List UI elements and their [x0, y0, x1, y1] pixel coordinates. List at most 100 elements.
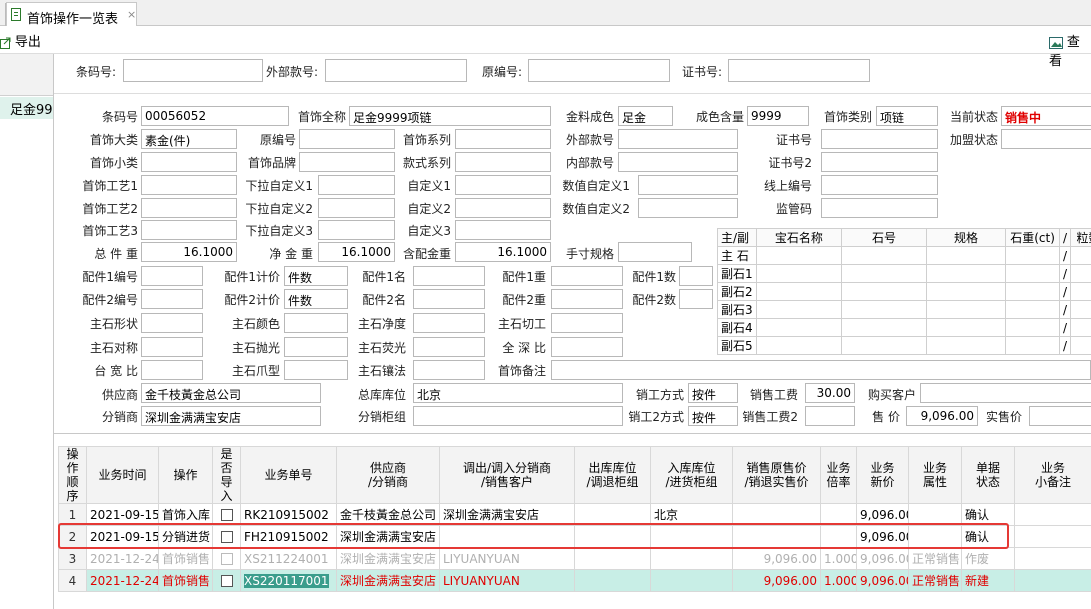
part1-name-field[interactable] [413, 266, 485, 286]
barcode-field[interactable]: 00056052 [141, 106, 289, 126]
barcode-search-input[interactable] [123, 59, 263, 82]
major-field[interactable]: 素金(件) [141, 129, 237, 149]
export-button[interactable]: 导出 [0, 31, 41, 50]
grid-header-cell[interactable]: 入库库位 /进货柜组 [650, 446, 733, 504]
craft1-field[interactable] [141, 175, 237, 195]
color-field[interactable]: 足金 [618, 106, 673, 126]
grid-header-cell[interactable]: 是否 导入 [212, 446, 241, 504]
grid-header-cell[interactable]: 业务 属性 [908, 446, 962, 504]
part2-name-field[interactable] [413, 289, 485, 309]
inclusive-weight-field[interactable]: 16.1000 [455, 242, 551, 262]
part2-price-field[interactable]: 件数 [284, 289, 348, 309]
grid-header-cell[interactable]: 供应商 /分销商 [336, 446, 440, 504]
stone-row[interactable]: 副石3 / [717, 300, 1091, 319]
stone-claw-field[interactable] [284, 360, 348, 380]
stone-row[interactable]: 主 石 / [717, 246, 1091, 265]
location-field[interactable]: 北京 [413, 383, 623, 403]
stone-cut-field[interactable] [551, 313, 623, 333]
stone-shape-field[interactable] [141, 313, 203, 333]
grid-header-cell[interactable]: 业务单号 [240, 446, 337, 504]
stone-row[interactable]: 副石1 / [717, 264, 1091, 283]
stone-fluor-field[interactable] [413, 337, 485, 357]
view-button[interactable]: 查看 [1049, 31, 1091, 69]
stone-row[interactable]: 副石2 / [717, 282, 1091, 301]
part1-no-field[interactable] [141, 266, 203, 286]
labor2-method-field[interactable]: 按件 [688, 406, 738, 426]
craft3-field[interactable] [141, 220, 237, 240]
part1-weight-field[interactable] [551, 266, 623, 286]
part2-weight-field[interactable] [551, 289, 623, 309]
dd1-field[interactable] [318, 175, 395, 195]
ext-search-input[interactable] [325, 59, 467, 82]
dd3-field[interactable] [318, 220, 395, 240]
inner-field[interactable] [618, 152, 738, 172]
stone-color-field[interactable] [284, 313, 348, 333]
num1-field[interactable] [638, 175, 738, 195]
grid-header-cell[interactable]: 业务 小备注 [1014, 446, 1091, 504]
minor-field[interactable] [141, 152, 237, 172]
hand-size-field[interactable] [618, 242, 692, 262]
stone-row[interactable]: 副石5 / [717, 336, 1091, 355]
stone-row[interactable]: 副石4 / [717, 318, 1091, 337]
grid-header-cell[interactable]: 单据 状态 [961, 446, 1015, 504]
custom3-field[interactable] [455, 220, 551, 240]
close-icon[interactable]: × [127, 8, 136, 21]
import-checkbox[interactable] [220, 553, 233, 565]
supplier-field[interactable]: 金千枝黃金总公司 [141, 383, 321, 403]
labor2-fee-field[interactable] [805, 406, 855, 426]
part2-no-field[interactable] [141, 289, 203, 309]
stone-polish-field[interactable] [284, 337, 348, 357]
grid-header-cell[interactable]: 调出/调入分销商 /销售客户 [439, 446, 575, 504]
grid-row[interactable]: 4 2021-12-24 首饰销售 XS220117001 深圳金满满宝安店 LIYUAN… [58, 569, 1091, 592]
origno-field[interactable] [299, 129, 395, 149]
brand-field[interactable] [299, 152, 395, 172]
actual-price-field[interactable] [1029, 406, 1091, 426]
online-field[interactable] [821, 175, 938, 195]
orig-search-input[interactable] [528, 59, 670, 82]
grid-header-cell[interactable]: 业务时间 [86, 446, 159, 504]
stone-setting-field[interactable] [413, 360, 485, 380]
import-checkbox[interactable] [220, 575, 233, 587]
depth-ratio-field[interactable] [551, 337, 623, 357]
table-ratio-field[interactable] [141, 360, 203, 380]
stone-symmetry-field[interactable] [141, 337, 203, 357]
certno-field[interactable] [821, 129, 938, 149]
jewelry-note-field[interactable] [551, 360, 1091, 380]
grid-header-cell[interactable]: 销售原售价 /销退实售价 [732, 446, 821, 504]
category-field[interactable]: 项链 [876, 106, 938, 126]
part1-price-field[interactable]: 件数 [284, 266, 348, 286]
tab-jewelry-ops[interactable]: 首饰操作一览表 × [6, 2, 137, 27]
part2-count-field[interactable] [679, 289, 713, 309]
grid-row[interactable]: 3 2021-12-24 首饰销售 XS211224001 深圳金满满宝安店 LIYUAN… [58, 547, 1091, 570]
customer-field[interactable] [920, 383, 1091, 403]
dist-counter-field[interactable] [413, 406, 623, 426]
distributor-field[interactable]: 深圳金满满宝安店 [141, 406, 321, 426]
total-weight-field[interactable]: 16.1000 [141, 242, 237, 262]
labor-method-field[interactable]: 按件 [688, 383, 738, 403]
join-field[interactable] [1001, 129, 1091, 149]
custom2-field[interactable] [455, 198, 551, 218]
import-checkbox[interactable] [220, 509, 233, 521]
custom1-field[interactable] [455, 175, 551, 195]
dd2-field[interactable] [318, 198, 395, 218]
left-tree-item[interactable]: 足金99 [0, 97, 53, 119]
price-field[interactable]: 9,096.00 [906, 406, 978, 426]
grid-header-cell[interactable]: 业务 新价 [856, 446, 909, 504]
grid-header-cell[interactable]: 操作 顺序 [58, 446, 87, 504]
series-field[interactable] [455, 129, 551, 149]
labor-fee-field[interactable]: 30.00 [805, 383, 855, 403]
cert2-field[interactable] [821, 152, 938, 172]
grid-header-cell[interactable]: 操作 [158, 446, 213, 504]
status-field[interactable]: 销售中 [1001, 106, 1091, 126]
supervise-field[interactable] [821, 198, 938, 218]
purity-field[interactable]: 9999 [747, 106, 809, 126]
net-weight-field[interactable]: 16.1000 [318, 242, 395, 262]
cert-search-input[interactable] [728, 59, 870, 82]
grid-header-cell[interactable]: 出库库位 /调退柜组 [574, 446, 651, 504]
import-checkbox-cell[interactable] [212, 569, 241, 592]
stone-clarity-field[interactable] [413, 313, 485, 333]
grid-header-cell[interactable]: 业务 倍率 [820, 446, 857, 504]
fullname-field[interactable]: 足金9999项链 [349, 106, 551, 126]
import-checkbox-cell[interactable] [212, 547, 241, 570]
extno-field[interactable] [618, 129, 738, 149]
